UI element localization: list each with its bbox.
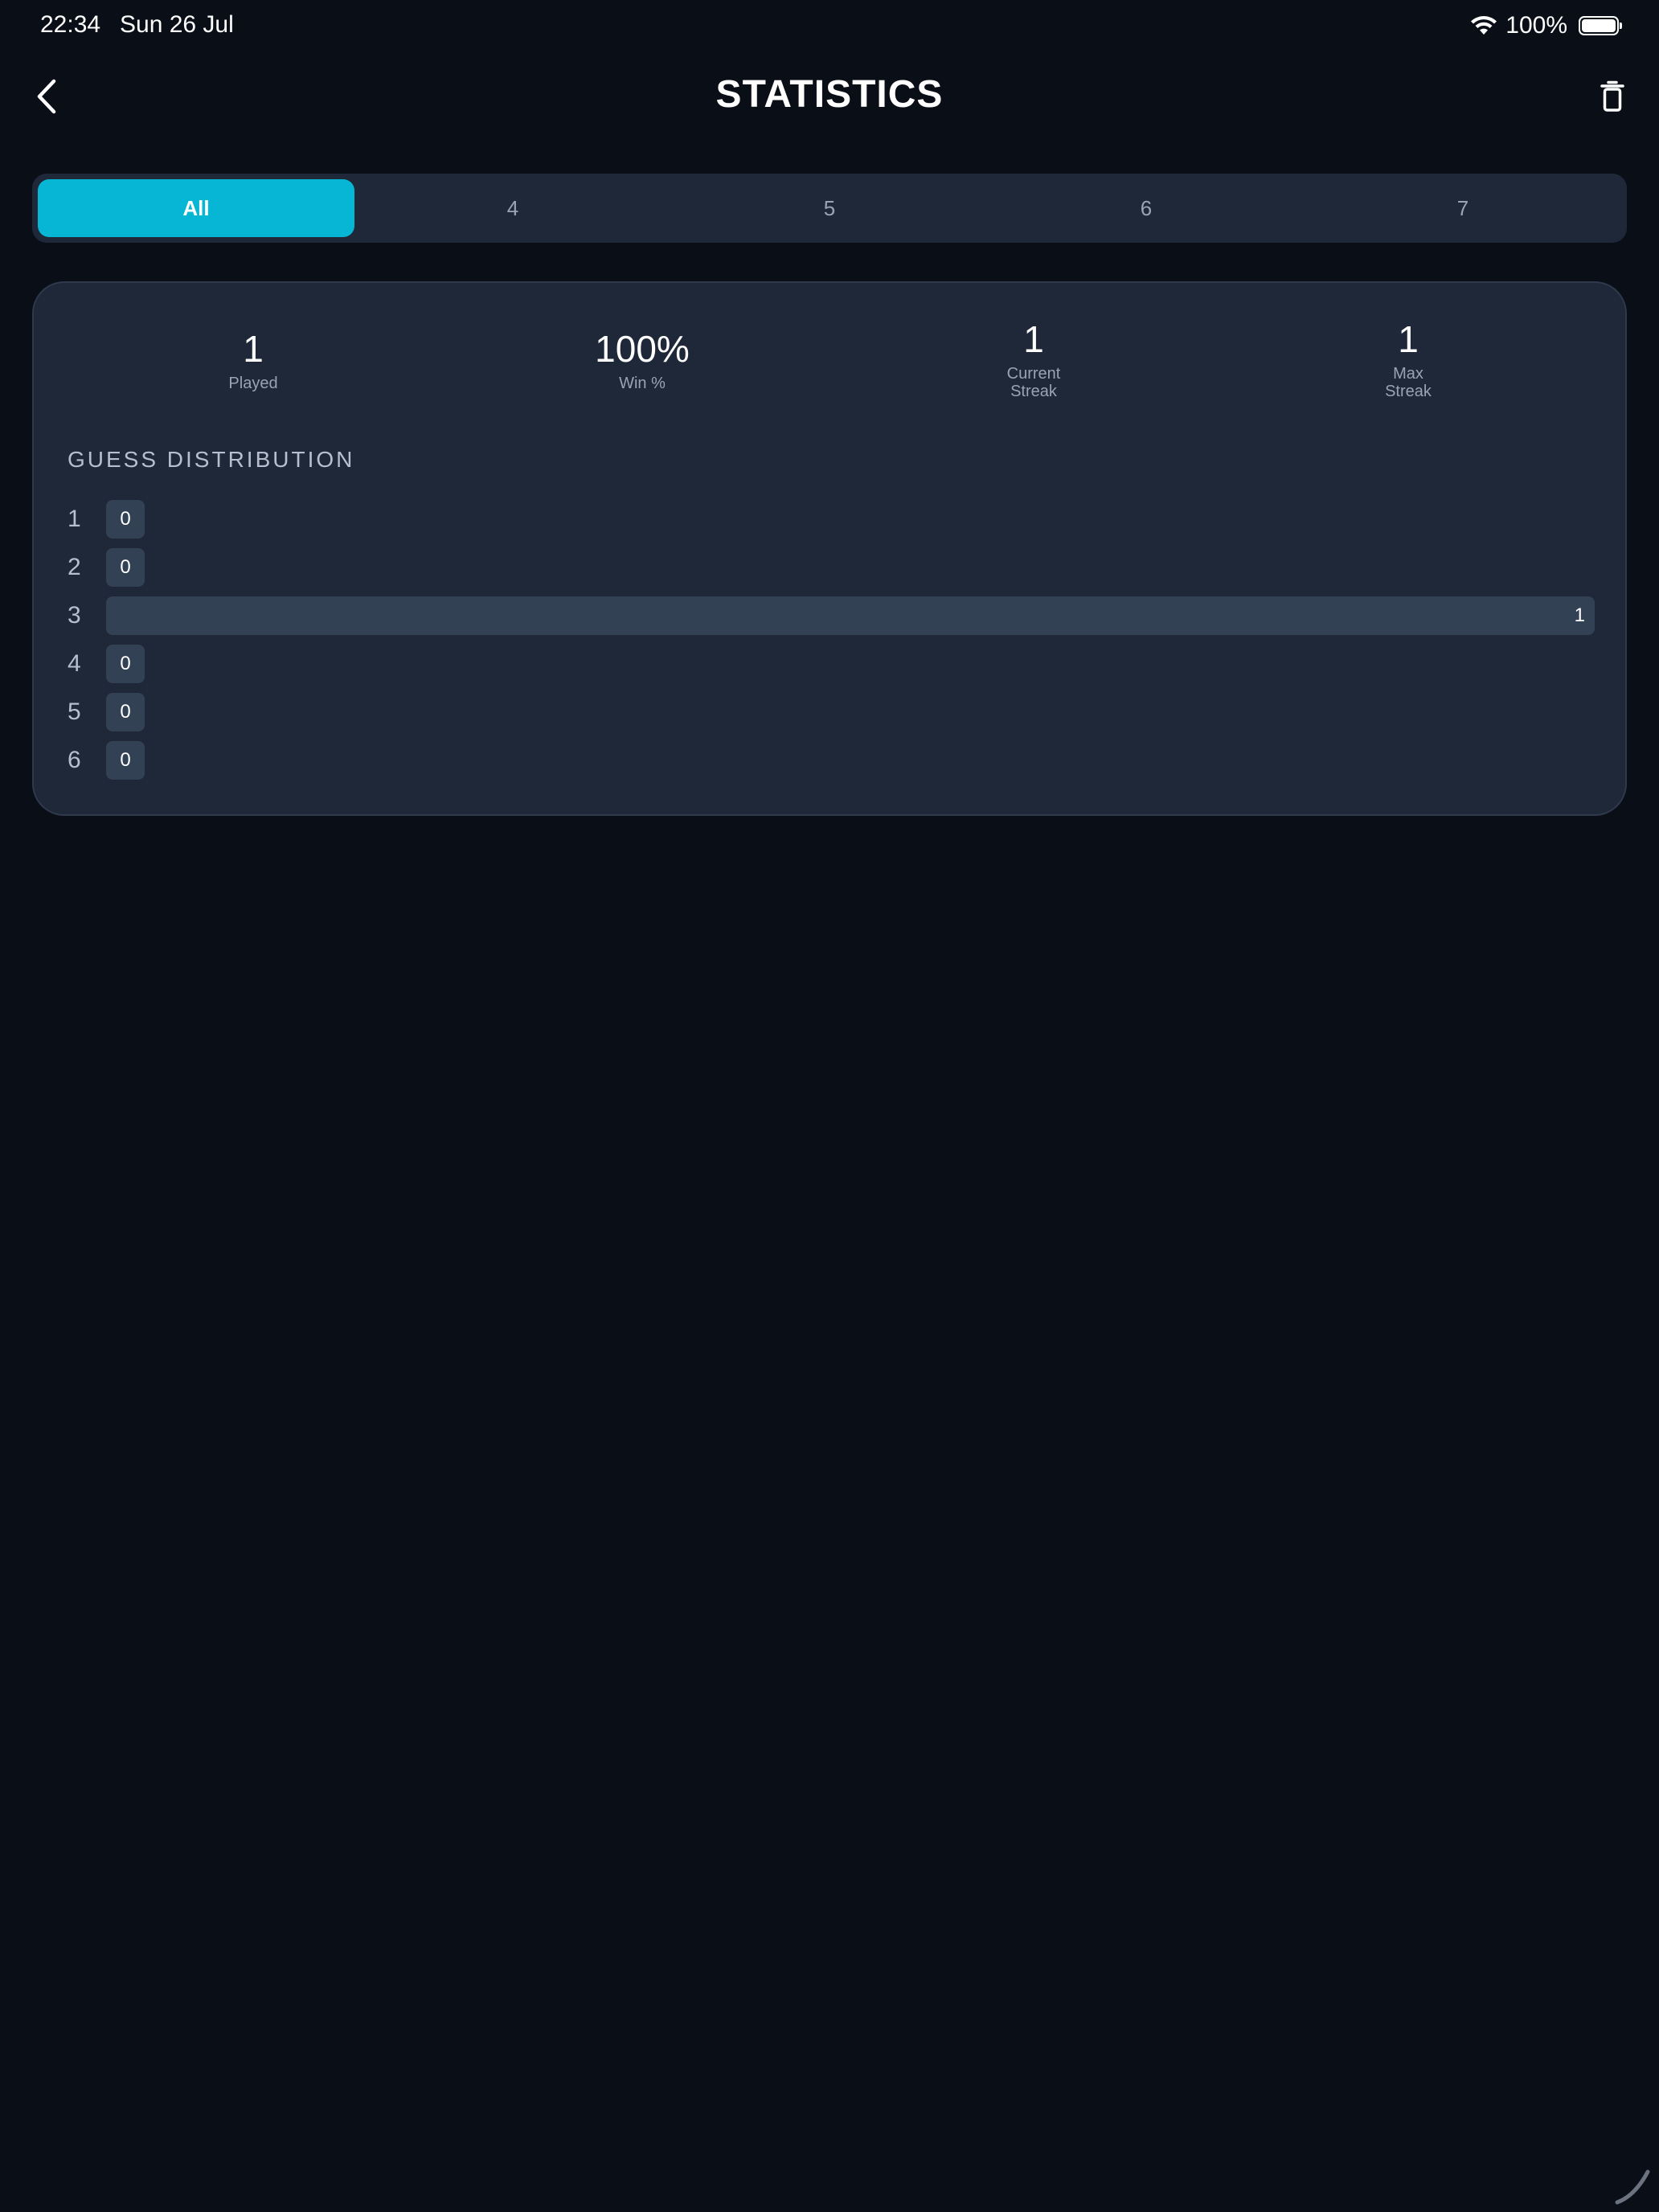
tab-4[interactable]: 4 — [354, 179, 671, 237]
distribution-row: 3 1 — [68, 596, 1595, 635]
guess-number: 1 — [68, 506, 81, 532]
stat-current-streak: 1 Current Streak — [913, 317, 1154, 400]
distribution-row: 4 0 — [68, 645, 1595, 683]
status-date: Sun 26 Jul — [120, 11, 234, 38]
stat-value: 1 — [243, 328, 264, 370]
trash-icon — [1600, 80, 1624, 112]
stat-label: Current Streak — [1006, 365, 1061, 400]
distribution-bar: 0 — [106, 548, 145, 587]
guess-distribution-title: GUESS DISTRIBUTION — [68, 447, 355, 472]
status-bar: 22:34 Sun 26 Jul 100% — [0, 0, 1659, 51]
page-title: STATISTICS — [715, 73, 944, 116]
stat-label: Win % — [619, 375, 666, 392]
stat-value: 100% — [595, 328, 690, 370]
tab-7[interactable]: 7 — [1305, 179, 1621, 237]
distribution-row: 5 0 — [68, 693, 1595, 731]
distribution-bar: 0 — [106, 693, 145, 731]
guess-number: 3 — [68, 602, 81, 629]
distribution-bar: 1 — [106, 596, 1595, 635]
battery-icon — [1579, 16, 1622, 35]
word-length-tabs: All 4 5 6 7 — [32, 174, 1627, 243]
distribution-row: 1 0 — [68, 500, 1595, 539]
stat-win-percent: 100% Win % — [522, 326, 763, 392]
distribution-bar: 0 — [106, 500, 145, 539]
guess-number: 5 — [68, 698, 81, 725]
status-indicators: 100% — [1470, 11, 1622, 40]
distribution-row: 6 0 — [68, 741, 1595, 780]
distribution-row: 2 0 — [68, 548, 1595, 587]
stat-value: 1 — [1398, 318, 1419, 360]
stat-value: 1 — [1023, 318, 1044, 360]
pencil-stroke-icon — [1615, 2169, 1650, 2205]
battery-percentage: 100% — [1505, 12, 1567, 39]
tab-5[interactable]: 5 — [671, 179, 988, 237]
guess-number: 2 — [68, 554, 81, 580]
stat-label: Max Streak — [1385, 365, 1432, 400]
stat-played: 1 Played — [133, 326, 374, 392]
distribution-bar: 0 — [106, 741, 145, 780]
statistics-card: 1 Played 100% Win % 1 Current Streak 1 M… — [32, 281, 1627, 816]
wifi-icon — [1471, 16, 1497, 35]
stat-max-streak: 1 Max Streak — [1288, 317, 1529, 400]
guess-number: 6 — [68, 747, 81, 773]
stat-label: Played — [228, 375, 278, 392]
tab-all[interactable]: All — [38, 179, 354, 237]
status-time: 22:34 — [40, 11, 101, 38]
delete-button[interactable] — [1593, 74, 1632, 119]
tab-6[interactable]: 6 — [988, 179, 1305, 237]
guess-number: 4 — [68, 650, 81, 677]
distribution-bar: 0 — [106, 645, 145, 683]
